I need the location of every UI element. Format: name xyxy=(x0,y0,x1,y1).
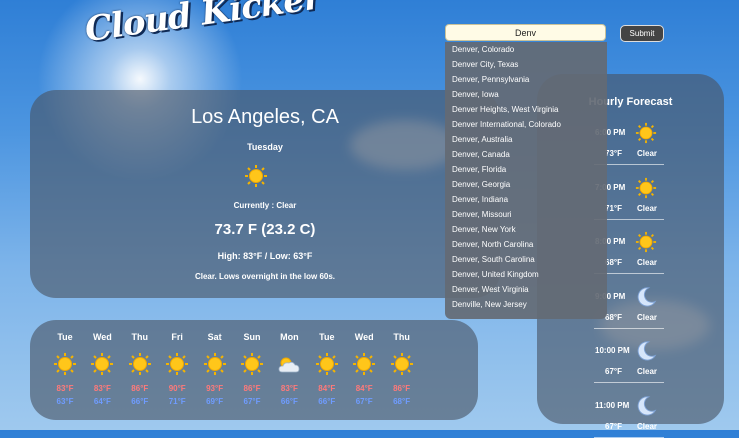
forecast-high: 83°F xyxy=(93,384,111,393)
sun-icon xyxy=(245,165,267,187)
hourly-condition: Clear xyxy=(637,367,658,376)
suggestion-item[interactable]: Denver, Iowa xyxy=(445,87,607,102)
current-temperature: 73.7 F (23.2 C) xyxy=(214,221,316,238)
app-logo[interactable]: Cloud Kicker xyxy=(82,0,323,50)
suggestion-item[interactable]: Denver, Indiana xyxy=(445,192,607,207)
moon-icon xyxy=(635,286,657,313)
forecast-low: 67°F xyxy=(243,397,261,406)
suggestion-item[interactable]: Denver, Canada xyxy=(445,147,607,162)
sun-icon xyxy=(53,352,77,381)
hourly-condition: Clear xyxy=(637,421,658,431)
weather-description: Clear. Lows overnight in the low 60s. xyxy=(194,272,336,281)
hourly-condition: Clear xyxy=(637,258,658,267)
sun-icon xyxy=(90,352,114,381)
sun-icon xyxy=(635,231,657,258)
sun-icon xyxy=(390,352,414,381)
submit-button[interactable]: Submit xyxy=(620,25,664,42)
forecast-low: 67°F xyxy=(355,397,373,406)
suggestion-item[interactable]: Denver, South Carolina xyxy=(445,252,607,267)
hourly-temp: 68°F xyxy=(605,258,622,267)
forecast-day-name: Thu xyxy=(393,332,410,342)
sun-icon xyxy=(203,352,227,381)
suggestion-item[interactable]: Denville, New Jersey xyxy=(445,297,607,312)
city-title: Los Angeles, CA xyxy=(191,106,339,128)
forecast-high: 84°F xyxy=(318,384,336,393)
partly-cloudy-icon xyxy=(277,352,301,381)
suggestion-item[interactable]: Denver Heights, West Virginia xyxy=(445,102,607,117)
suggestion-item[interactable]: Denver, New York xyxy=(445,222,607,237)
hourly-time: 10:00 PM xyxy=(595,346,630,355)
hourly-time: 11:00 PM xyxy=(595,400,630,410)
hourly-temp: 71°F xyxy=(605,203,622,213)
divider xyxy=(594,382,664,383)
moon-icon xyxy=(635,395,657,422)
forecast-day-name: Thu xyxy=(131,332,149,342)
sun-icon xyxy=(635,122,657,149)
forecast-high: 84°F xyxy=(355,384,373,393)
forecast-day-name: Wed xyxy=(92,332,112,342)
forecast-low: 69°F xyxy=(206,397,224,406)
suggestion-item[interactable]: Denver City, Texas xyxy=(445,57,607,72)
suggestion-item[interactable]: Denver, Georgia xyxy=(445,177,607,192)
hourly-temp: 67°F xyxy=(605,367,622,376)
forecast-high: 86°F xyxy=(243,384,261,393)
hourly-condition: Clear xyxy=(637,149,658,158)
hourly-condition: Clear xyxy=(637,312,658,322)
moon-icon xyxy=(635,340,657,367)
suggestion-item[interactable]: Denver, Pennsylvania xyxy=(445,72,607,87)
daily-forecast-panel: Tue 83°F 63°F Wed 83°F 64°F Thu 86°F 66°F Fri 90°F… xyxy=(30,320,478,420)
current-weather-panel: Los Angeles, CA Tuesday Currently : Clea… xyxy=(30,90,500,298)
forecast-high: 90°F xyxy=(168,384,186,393)
forecast-day-name: Wed xyxy=(354,332,374,342)
forecast-day-name: Tue xyxy=(57,332,73,342)
sun-icon xyxy=(352,352,376,381)
hourly-temp: 68°F xyxy=(605,312,622,322)
forecast-high: 83°F xyxy=(280,384,298,393)
forecast-day-name: Sun xyxy=(243,332,261,342)
hourly-condition: Clear xyxy=(637,203,658,213)
forecast-day-name: Mon xyxy=(280,332,299,342)
high-low: High: 83°F / Low: 63°F xyxy=(217,251,313,261)
forecast-day-name: Fri xyxy=(171,332,183,342)
forecast-low: 66°F xyxy=(280,397,298,406)
divider xyxy=(594,327,664,329)
hourly-temp: 73°F xyxy=(605,149,622,158)
forecast-high: 93°F xyxy=(206,384,224,393)
sun-icon xyxy=(240,352,264,381)
search-suggestions: Denver, Colorado Denver City, Texas Denver… xyxy=(445,42,607,319)
search-input[interactable]: Denv xyxy=(445,24,606,41)
suggestion-item[interactable]: Denver, Florida xyxy=(445,162,607,177)
suggestion-item[interactable]: Denver, West Virginia xyxy=(445,282,607,297)
forecast-low: 68°F xyxy=(393,397,411,406)
forecast-low: 66°F xyxy=(318,397,336,406)
forecast-low: 66°F xyxy=(131,397,149,406)
suggestion-item[interactable]: Denver, United Kingdom xyxy=(445,267,607,282)
suggestion-item[interactable]: Denver, North Carolina xyxy=(445,237,607,252)
current-condition: Currently : Clear xyxy=(233,201,297,210)
suggestion-item[interactable]: Denver, Colorado xyxy=(445,42,607,57)
sun-icon xyxy=(315,352,339,381)
forecast-low: 63°F xyxy=(56,397,74,406)
forecast-low: 64°F xyxy=(93,397,111,406)
sun-icon xyxy=(165,352,189,381)
hourly-temp: 67°F xyxy=(605,421,622,431)
sun-icon xyxy=(128,352,152,381)
suggestion-item[interactable]: Denver, Australia xyxy=(445,132,607,147)
current-day: Tuesday xyxy=(247,142,283,152)
sun-icon xyxy=(635,177,657,204)
forecast-day-name: Tue xyxy=(319,332,335,342)
forecast-high: 83°F xyxy=(56,384,74,393)
forecast-high: 86°F xyxy=(393,384,411,393)
divider xyxy=(594,436,664,438)
forecast-day-name: Sat xyxy=(207,332,222,342)
forecast-high: 86°F xyxy=(131,384,149,393)
suggestion-item[interactable]: Denver, Missouri xyxy=(445,207,607,222)
suggestion-item[interactable]: Denver International, Colorado xyxy=(445,117,607,132)
forecast-low: 71°F xyxy=(168,397,186,406)
